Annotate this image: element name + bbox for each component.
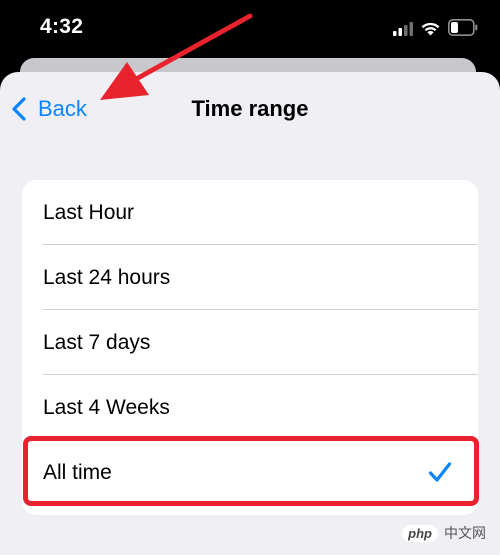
selection-highlight-annotation <box>23 436 479 506</box>
watermark-text: 中文网 <box>444 525 486 541</box>
watermark-badge: php <box>402 524 438 542</box>
wifi-icon <box>421 22 440 36</box>
option-last-hour[interactable]: Last Hour <box>22 180 478 245</box>
option-last-4-weeks[interactable]: Last 4 Weeks <box>22 375 478 440</box>
navigation-bar: Back Time range <box>0 72 500 148</box>
status-bar: 4:32 <box>0 0 500 62</box>
option-label: Last 24 hours <box>43 266 171 289</box>
signal-icon <box>393 22 413 36</box>
watermark: php 中文网 <box>402 523 486 543</box>
option-last-7-days[interactable]: Last 7 days <box>22 310 478 375</box>
status-icons <box>360 0 500 62</box>
option-label: Last 4 Weeks <box>43 396 170 419</box>
battery-icon <box>448 19 478 36</box>
status-time: 4:32 <box>40 15 84 38</box>
option-label: Last 7 days <box>43 331 151 354</box>
page-title: Time range <box>191 96 309 121</box>
option-label: Last Hour <box>43 201 135 224</box>
option-last-24-hours[interactable]: Last 24 hours <box>22 245 478 310</box>
